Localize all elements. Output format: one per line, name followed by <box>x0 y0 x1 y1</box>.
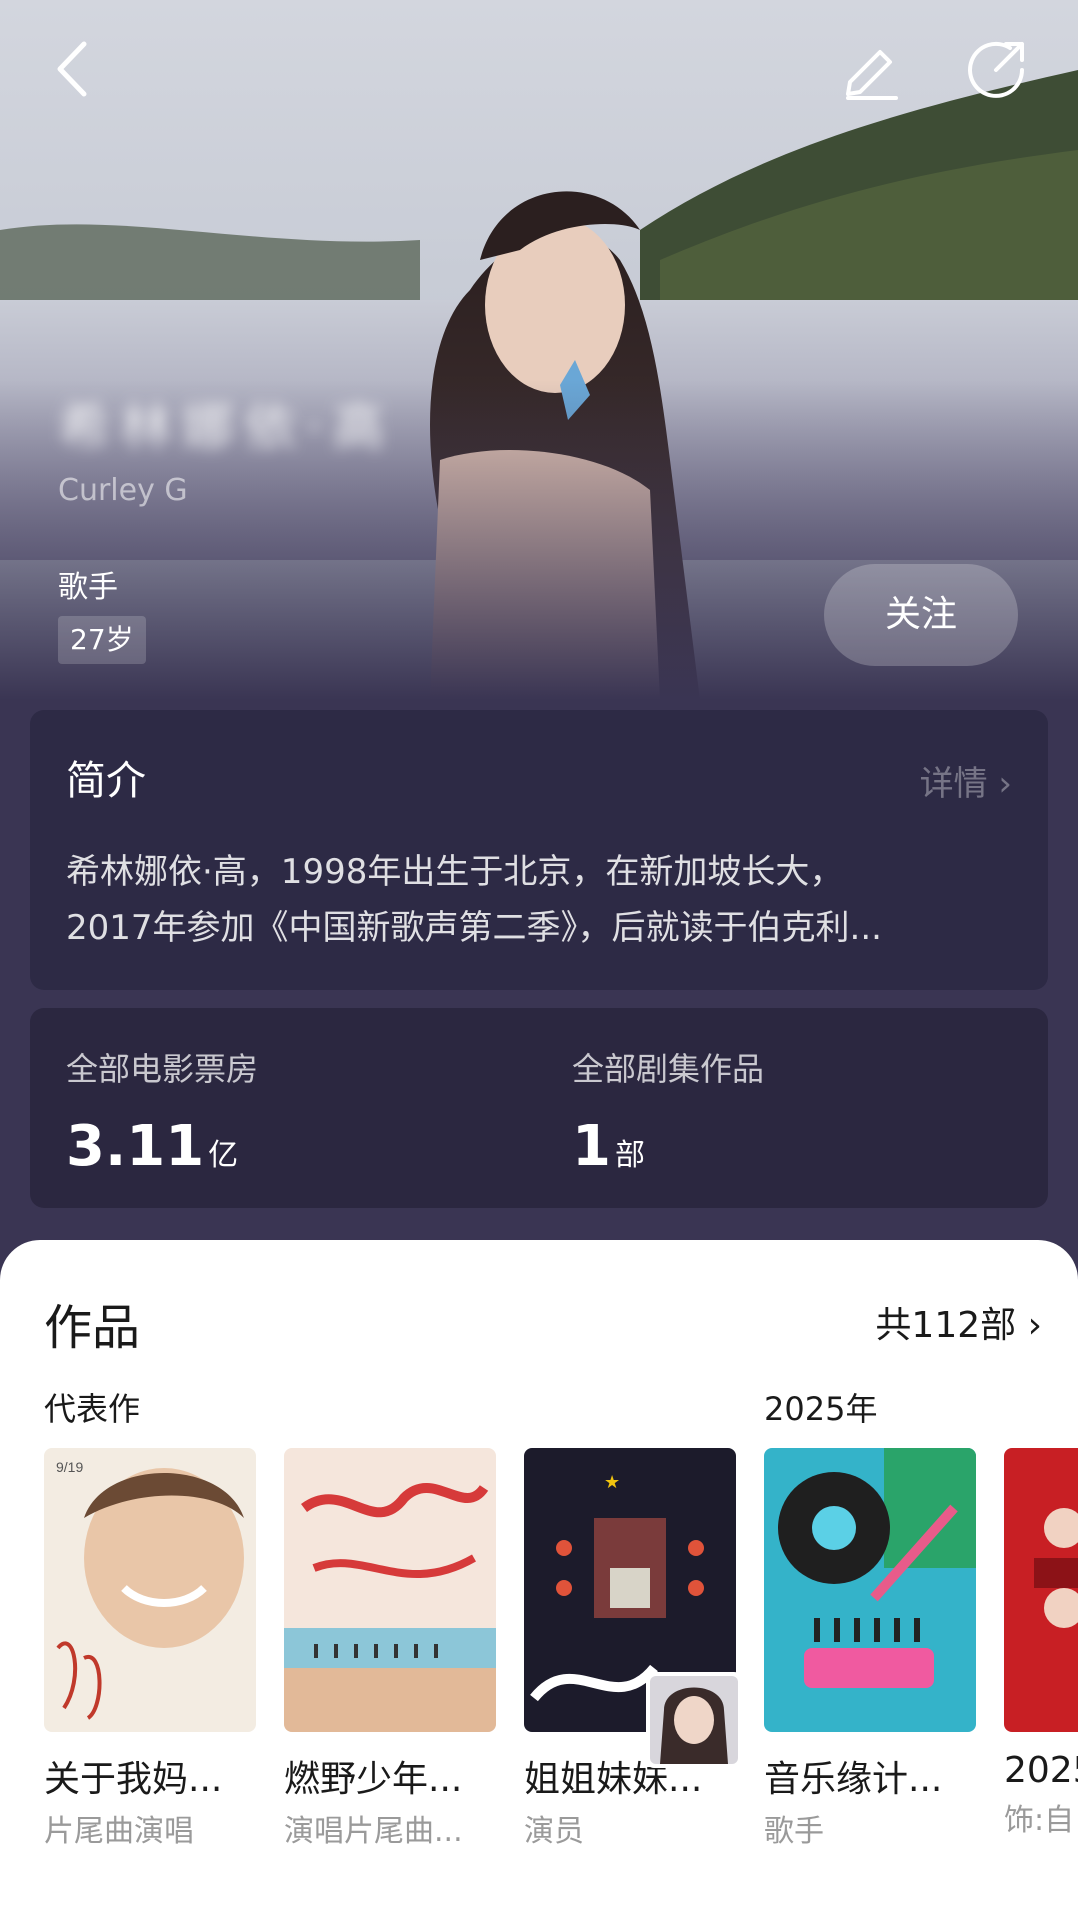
artist-avatar-thumbnail <box>644 1670 744 1770</box>
follow-button[interactable]: 关注 <box>824 564 1018 666</box>
age-badge: 27岁 <box>58 616 146 664</box>
works-carousel[interactable]: 9/19 关于我妈... 片尾曲演唱 燃野少年... 演唱片尾曲... ★ 姐姐… <box>44 1448 1078 1868</box>
poster-2025-gala <box>1004 1448 1078 1732</box>
intro-details-label: 详情 <box>919 764 988 804</box>
works-count-label: 共112部 <box>875 1305 1017 1346</box>
chevron-right-icon: › <box>1027 1305 1042 1346</box>
poster-music-plan <box>764 1448 976 1732</box>
pencil-icon <box>846 50 898 100</box>
series-stat[interactable]: 全部剧集作品 1部 <box>572 1044 764 1179</box>
representative-works-label: 代表作 <box>44 1390 141 1428</box>
svg-text:9/19: 9/19 <box>56 1459 83 1475</box>
works-count-link[interactable]: 共112部 › <box>875 1296 1042 1348</box>
series-label: 全部剧集作品 <box>572 1050 765 1088</box>
works-title: 作品 <box>44 1300 141 1356</box>
work-card[interactable]: 2025 饰:自 <box>1004 1448 1078 1839</box>
year-2025-label: 2025年 <box>764 1390 878 1428</box>
work-card[interactable]: 音乐缘计... 歌手 <box>764 1448 976 1850</box>
work-subtitle: 演唱片尾曲... <box>284 1814 463 1849</box>
work-title: 关于我妈... <box>44 1759 223 1800</box>
chevron-right-icon: › <box>998 764 1012 804</box>
intro-card[interactable]: 简介 详情 › 希林娜依·高，1998年出生于北京，在新加坡长大， 2017年参… <box>30 710 1048 990</box>
series-value: 1 <box>572 1114 611 1179</box>
poster-about-my-mom: 9/19 <box>44 1448 256 1732</box>
work-card[interactable]: 燃野少年... 演唱片尾曲... <box>284 1448 496 1850</box>
intro-text: 希林娜依·高，1998年出生于北京，在新加坡长大， 2017年参加《中国新歌声第… <box>66 844 1006 956</box>
works-sheet: 作品 共112部 › 代表作 2025年 9/19 关于我妈... 片尾曲演唱 … <box>0 1240 1078 1926</box>
artist-name: 希林娜依·高 <box>58 398 395 458</box>
artist-english-name: Curley G <box>58 473 188 508</box>
artist-profile-page: 希林娜依·高 Curley G 歌手 27岁 关注 简介 详情 › 希林娜依·高… <box>0 0 1078 1926</box>
share-icon <box>968 41 1024 98</box>
hero-banner: 希林娜依·高 Curley G 歌手 27岁 关注 <box>0 0 1078 700</box>
stats-card: 全部电影票房 3.11 亿 全部剧集作品 1部 <box>30 1008 1048 1208</box>
edit-button[interactable] <box>836 34 906 104</box>
back-button[interactable] <box>40 34 110 104</box>
intro-line: 2017年参加《中国新歌声第二季》，后就读于伯克利... <box>66 908 882 948</box>
svg-text:★: ★ <box>604 1472 620 1492</box>
work-card[interactable]: ★ 姐姐妹妹... 演员 <box>524 1448 736 1850</box>
chevron-left-icon <box>57 41 87 97</box>
work-title: 音乐缘计... <box>764 1759 943 1800</box>
share-button[interactable] <box>962 34 1032 104</box>
box-office-label: 全部电影票房 <box>66 1050 259 1088</box>
work-title: 2025 <box>1004 1750 1078 1791</box>
box-office-value: 3.11 <box>66 1114 205 1179</box>
intro-title: 简介 <box>66 758 146 804</box>
intro-details-link[interactable]: 详情 › <box>920 756 1012 805</box>
work-subtitle: 饰:自 <box>1004 1803 1075 1838</box>
box-office-stat[interactable]: 全部电影票房 3.11 亿 <box>66 1044 258 1179</box>
intro-line: 希林娜依·高，1998年出生于北京，在新加坡长大， <box>66 852 844 892</box>
series-unit: 部 <box>614 1138 645 1173</box>
poster-wild-youth <box>284 1448 496 1732</box>
work-subtitle: 演员 <box>524 1814 584 1849</box>
work-card[interactable]: 9/19 关于我妈... 片尾曲演唱 <box>44 1448 256 1850</box>
artist-role: 歌手 <box>58 570 118 605</box>
work-title: 燃野少年... <box>284 1759 463 1800</box>
work-subtitle: 片尾曲演唱 <box>44 1814 194 1849</box>
box-office-unit: 亿 <box>208 1138 239 1173</box>
work-subtitle: 歌手 <box>764 1814 824 1849</box>
